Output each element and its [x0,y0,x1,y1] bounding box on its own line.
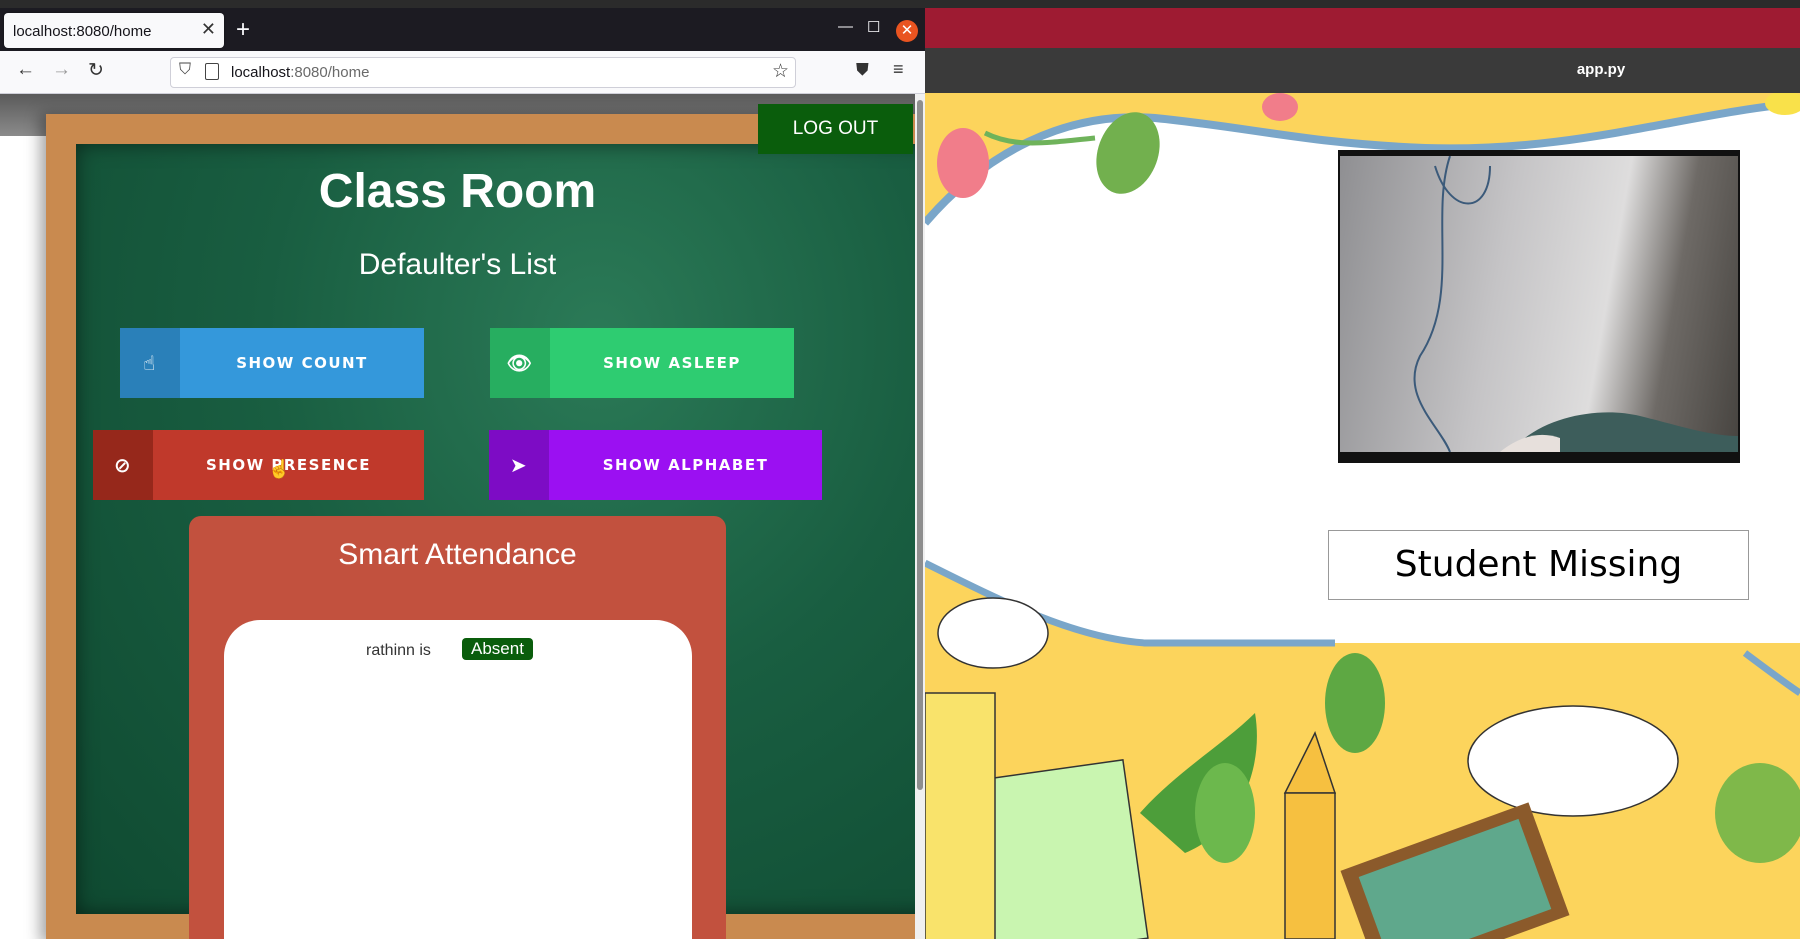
url-bar[interactable]: ⛉ localhost:8080/home ☆ [170,57,796,88]
navigation-bar: ← → ↻ ⛉ localhost:8080/home ☆ ⛊ ≡ [0,51,925,94]
back-arrow-icon[interactable]: ← [16,59,35,81]
logout-button[interactable]: LOG OUT [758,104,913,154]
webcam-image [1340,156,1738,452]
minimize-icon[interactable]: — [838,18,853,35]
url-text: localhost:8080/home [231,64,370,81]
paper-plane-icon: ➤ [489,430,549,500]
hamburger-menu-icon[interactable]: ≡ [893,59,904,80]
app-title: app.py [1576,61,1626,78]
tab-title: localhost:8080/home [13,23,152,40]
tab-bar: localhost:8080/home ✕ + — ☐ ✕ [0,8,925,51]
status-badge: Absent [462,638,533,660]
scrollbar-thumb[interactable] [917,100,923,790]
page-title: Class Room [318,165,597,218]
forward-arrow-icon[interactable]: → [52,59,71,81]
page-icon[interactable] [205,63,219,80]
browser-window: localhost:8080/home ✕ + — ☐ ✕ ← → ↻ ⛉ lo… [0,8,925,939]
mouse-pointer-icon: ☝ [268,459,291,479]
bookmark-star-icon[interactable]: ☆ [772,60,789,83]
show-alphabet-button[interactable]: ➤ SHOW ALPHABET [489,430,822,500]
browser-tab[interactable]: localhost:8080/home ✕ [4,13,224,48]
pointer-hand-icon: ☝ [120,328,180,398]
page-subtitle: Defaulter's List [358,248,557,281]
show-alphabet-label: SHOW ALPHABET [602,456,769,474]
maximize-icon[interactable]: ☐ [867,18,880,36]
pocket-icon[interactable]: ⛊ [856,60,869,80]
app-window: app.py Student Missing [925,8,1800,939]
show-asleep-label: SHOW ASLEEP [603,354,741,372]
new-tab-button[interactable]: + [236,16,250,44]
eye-slash-icon: ⊘ [93,430,153,500]
tab-close-icon[interactable]: ✕ [201,19,216,40]
app-title-bar: app.py [925,48,1800,93]
app-top-bar [925,8,1800,48]
page-content: LOG OUT Class Room Defaulter's List ☝ SH… [0,94,915,939]
eye-icon: 👁 [490,328,550,398]
attendance-student-text: rathinn is [366,642,431,659]
desktop-top-bar [0,0,1800,8]
show-count-button[interactable]: ☝ SHOW COUNT [120,328,424,398]
attendance-card: rathinn is Absent [224,620,692,939]
webcam-scene [1413,156,1738,452]
attendance-title: Smart Attendance [338,538,577,571]
window-close-icon[interactable]: ✕ [896,20,918,42]
reload-icon[interactable]: ↻ [88,59,104,82]
smart-attendance-panel: Smart Attendance rathinn is Absent [189,516,726,939]
show-asleep-button[interactable]: 👁 SHOW ASLEEP [490,328,794,398]
shield-icon[interactable]: ⛉ [179,61,191,79]
show-presence-button[interactable]: ⊘ SHOW PRESENCE [93,430,424,500]
page-scrollbar[interactable] [915,94,925,939]
show-count-label: SHOW COUNT [236,354,368,372]
webcam-feed [1338,150,1740,463]
student-missing-label: Student Missing [1328,530,1749,600]
